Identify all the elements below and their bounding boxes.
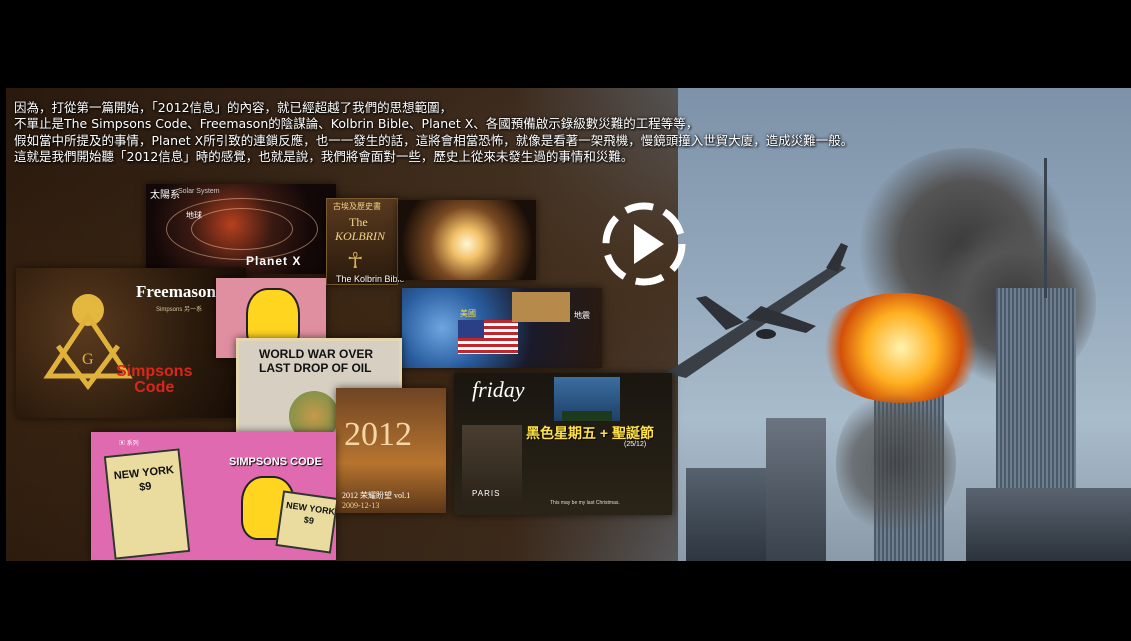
disaster-label: 地震	[574, 311, 590, 320]
last-christmas-caption: This may be my last Christmas.	[550, 500, 620, 506]
skyline-building	[966, 488, 1131, 561]
book-title: 2012 荣耀盼望 vol.1	[342, 491, 411, 500]
kolbrin-name: KOLBRIN	[335, 229, 386, 243]
kolbrin-the: The	[349, 215, 368, 229]
video-frame: 太陽系 Solar System 地球 Planet X 古埃及歷史書 The …	[6, 4, 1131, 641]
simpsons-code-label: Simpsons Code	[116, 363, 193, 396]
ankh-icon: ☥	[347, 249, 364, 274]
skyline-building	[766, 418, 826, 561]
debris-cloud	[836, 388, 956, 538]
play-icon[interactable]	[598, 198, 690, 290]
black-friday-title: 黑色星期五 + 聖誕節	[526, 425, 654, 441]
light-burst-card	[398, 200, 536, 280]
2012-book-card: 2012 2012 荣耀盼望 vol.1 2009-12-13	[336, 388, 446, 513]
paris-label: PARIS	[472, 489, 501, 498]
kolbrin-top-label: 古埃及歷史書	[333, 202, 381, 211]
ny-sign-right: NEW YORK $9	[285, 499, 336, 526]
kolbrin-caption: The Kolbrin Bible	[336, 274, 405, 284]
antenna	[1044, 158, 1047, 298]
freemason-subtitle: Simpsons 另一系	[156, 307, 203, 313]
svg-text:G: G	[82, 351, 94, 368]
christmas-scene	[554, 377, 620, 421]
newspaper-headline-1: WORLD WAR OVER	[259, 347, 373, 361]
caption-line: 因為，打從第一篇開始，「2012信息」的內容，就已經超越了我們的思想範圍，	[14, 100, 453, 115]
simpsons-code-banner: SIMPSONS CODE	[229, 456, 322, 468]
world-news-card: 美國 地震	[402, 288, 602, 368]
ufo-photo	[512, 292, 570, 322]
simpsons-code-card: ▣ 系列 NEW YORK $9 SIMPSONS CODE NEW YORK …	[91, 432, 336, 560]
caption-line: 這就是我們開始聽「2012信息」時的感覺，也就是說，我們將會面對一些，歷史上從來…	[14, 149, 634, 165]
video-still[interactable]: 太陽系 Solar System 地球 Planet X 古埃及歷史書 The …	[6, 88, 1131, 561]
caption-block: 因為，打從第一篇開始，「2012信息」的內容，就已經超越了我們的思想範圍， 不單…	[14, 100, 1124, 166]
solar-title: 太陽系	[150, 190, 180, 201]
usa-label: 美國	[460, 309, 476, 318]
caption-line: 不單止是The Simpsons Code、Freemason的陰謀論、Kolb…	[14, 116, 699, 132]
newspaper-headline-2: LAST DROP OF OIL	[259, 361, 372, 375]
small-tag: ▣ 系列	[119, 441, 139, 447]
planet-x-label: Planet X	[246, 254, 302, 268]
friday-card: friday 黑色星期五 + 聖誕節 (25/12) PARIS This ma…	[454, 373, 672, 515]
book-date: 2009-12-13	[342, 501, 380, 510]
black-friday-date: (25/12)	[624, 441, 647, 448]
us-flag	[458, 320, 518, 354]
solar-system-card: 太陽系 Solar System 地球 Planet X	[146, 184, 336, 274]
freemason-card: Freemason Simpsons 另一系 G Simpsons Code	[16, 268, 246, 418]
book-year: 2012	[344, 416, 412, 453]
caption-line: 假如當中所提及的事情，Planet X所引致的連鎖反應，也一一發生的話，這將會相…	[14, 132, 854, 148]
kolbrin-bible-card: 古埃及歷史書 The KOLBRIN ☥	[326, 198, 398, 285]
friday-title: friday	[472, 377, 525, 402]
solar-subtitle: Solar System	[178, 188, 220, 195]
ny-sign-left: NEW YORK $9	[113, 464, 175, 494]
